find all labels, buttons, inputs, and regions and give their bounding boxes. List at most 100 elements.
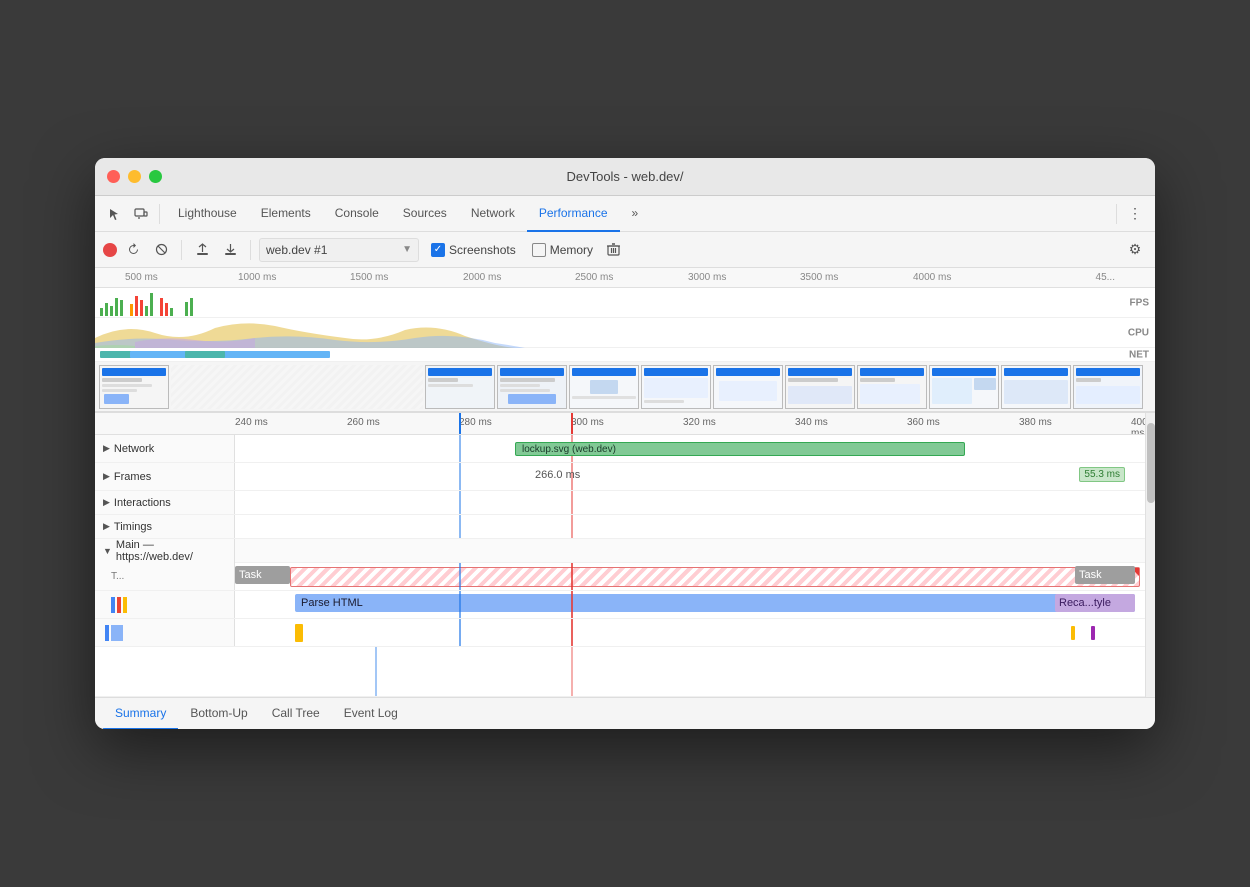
timings-track: ▶ Timings	[95, 515, 1155, 539]
main-thread-chevron[interactable]: ▼	[103, 546, 112, 556]
screenshot-8[interactable]	[857, 365, 927, 409]
network-label-text: Network	[114, 443, 154, 455]
memory-label[interactable]: Memory	[532, 243, 593, 257]
task-left-bar[interactable]: Task	[235, 566, 290, 584]
minimize-button[interactable]	[128, 170, 141, 183]
parse-html-label-col	[95, 591, 235, 618]
task-hatched-bar[interactable]	[290, 567, 1140, 587]
r-240: 240 ms	[235, 417, 268, 428]
red-line-task	[571, 563, 573, 590]
tab-bottom-up[interactable]: Bottom-Up	[178, 698, 259, 730]
screenshots-label[interactable]: ✓ Screenshots	[431, 243, 516, 257]
screenshot-6[interactable]	[713, 365, 783, 409]
tab-summary[interactable]: Summary	[103, 698, 178, 730]
red-marker-line	[571, 413, 573, 434]
frames-ms-text: 266.0 ms	[535, 469, 580, 481]
network-chevron[interactable]: ▶	[103, 443, 110, 454]
main-thread-text: Main — https://web.dev/	[116, 539, 226, 563]
task-left-text: Task	[239, 569, 262, 581]
interactions-track-content	[235, 491, 1155, 514]
overview-area: 500 ms 1000 ms 1500 ms 2000 ms 2500 ms 3…	[95, 268, 1155, 413]
screenshot-content-10	[1002, 366, 1070, 408]
r-360: 360 ms	[907, 417, 940, 428]
close-button[interactable]	[107, 170, 120, 183]
yellow-mark-2	[1071, 626, 1075, 640]
window-title: DevTools - web.dev/	[566, 169, 683, 184]
stop-icon[interactable]	[149, 238, 173, 262]
extra-row	[95, 619, 1155, 647]
screenshot-9[interactable]	[929, 365, 999, 409]
sep2	[181, 240, 182, 260]
frames-chevron[interactable]: ▶	[103, 471, 110, 482]
red-line-empty	[571, 647, 573, 696]
responsive-icon[interactable]	[129, 202, 153, 226]
screenshot-3[interactable]	[497, 365, 567, 409]
dropdown-arrow: ▼	[402, 244, 412, 255]
timings-chevron[interactable]: ▶	[103, 521, 110, 532]
screenshot-content-8	[858, 366, 926, 408]
screenshot-5[interactable]	[641, 365, 711, 409]
download-icon[interactable]	[218, 238, 242, 262]
screenshots-checkbox-group: ✓ Screenshots	[431, 243, 516, 257]
network-bar-lockup[interactable]: lockup.svg (web.dev)	[515, 442, 965, 456]
frames-badge-value: 55.3 ms	[1079, 467, 1125, 482]
ruler-2000: 2000 ms	[463, 272, 501, 283]
screenshots-checkbox[interactable]: ✓	[431, 243, 445, 257]
main-thread-label-col: ▼ Main — https://web.dev/	[95, 539, 235, 563]
recalc-text: Reca...tyle	[1059, 597, 1111, 609]
screenshot-1[interactable]	[99, 365, 169, 409]
maximize-button[interactable]	[149, 170, 162, 183]
scrollbar-thumb[interactable]	[1147, 423, 1155, 503]
memory-checkbox[interactable]	[532, 243, 546, 257]
screenshot-10[interactable]	[1001, 365, 1071, 409]
r-400: 400 ms	[1131, 417, 1145, 434]
blue-line-task	[459, 563, 461, 590]
main-thread-header: ▼ Main — https://web.dev/	[95, 539, 1155, 563]
fps-label: FPS	[1130, 297, 1149, 308]
parse-html-bar[interactable]: Parse HTML	[295, 594, 1135, 612]
screenshot-content-7	[786, 366, 854, 408]
tab-console[interactable]: Console	[323, 196, 391, 232]
timings-track-label: ▶ Timings	[95, 515, 235, 538]
screenshot-7[interactable]	[785, 365, 855, 409]
interactions-chevron[interactable]: ▶	[103, 497, 110, 508]
record-button[interactable]	[103, 243, 117, 257]
tab-more[interactable]: »	[620, 196, 651, 232]
parse-html-text: Parse HTML	[301, 597, 363, 609]
r-280: 280 ms	[459, 417, 492, 428]
r-300: 300 ms	[571, 417, 604, 428]
url-selector[interactable]: web.dev #1 ▼	[259, 238, 419, 262]
recalc-bar[interactable]: Reca...tyle	[1055, 594, 1135, 612]
screenshot-content-11	[1074, 366, 1142, 408]
more-options-icon[interactable]: ⋮	[1123, 202, 1147, 226]
tab-network[interactable]: Network	[459, 196, 527, 232]
tab-elements[interactable]: Elements	[249, 196, 323, 232]
cursor-icon[interactable]	[103, 202, 127, 226]
settings-icon[interactable]: ⚙	[1123, 238, 1147, 262]
network-bar-text: lockup.svg (web.dev)	[522, 444, 616, 455]
ruler-3500: 3500 ms	[800, 272, 838, 283]
reload-icon[interactable]	[121, 238, 145, 262]
memory-checkbox-group: Memory	[532, 243, 593, 257]
screenshot-2[interactable]	[425, 365, 495, 409]
tab-lighthouse[interactable]: Lighthouse	[166, 196, 249, 232]
tab-performance[interactable]: Performance	[527, 196, 620, 232]
trash-icon[interactable]	[601, 238, 625, 262]
tab-sources[interactable]: Sources	[391, 196, 459, 232]
sep3	[250, 240, 251, 260]
screenshot-4[interactable]	[569, 365, 639, 409]
screenshot-content-2	[426, 366, 494, 408]
timings-track-content	[235, 515, 1155, 538]
screenshot-11[interactable]	[1073, 365, 1143, 409]
task-right-bar[interactable]: Task	[1075, 566, 1135, 584]
overview-ruler: 500 ms 1000 ms 1500 ms 2000 ms 2500 ms 3…	[95, 268, 1155, 288]
r-260: 260 ms	[347, 417, 380, 428]
interactions-track-label: ▶ Interactions	[95, 491, 235, 514]
bottom-tabs: Summary Bottom-Up Call Tree Event Log	[95, 697, 1155, 729]
task-right-text: Task	[1079, 569, 1102, 581]
net-label: NET	[1129, 349, 1149, 360]
upload-icon[interactable]	[190, 238, 214, 262]
frames-track: ▶ Frames 266.0 ms 55.3 ms	[95, 463, 1155, 491]
tab-event-log[interactable]: Event Log	[332, 698, 410, 730]
tab-call-tree[interactable]: Call Tree	[260, 698, 332, 730]
